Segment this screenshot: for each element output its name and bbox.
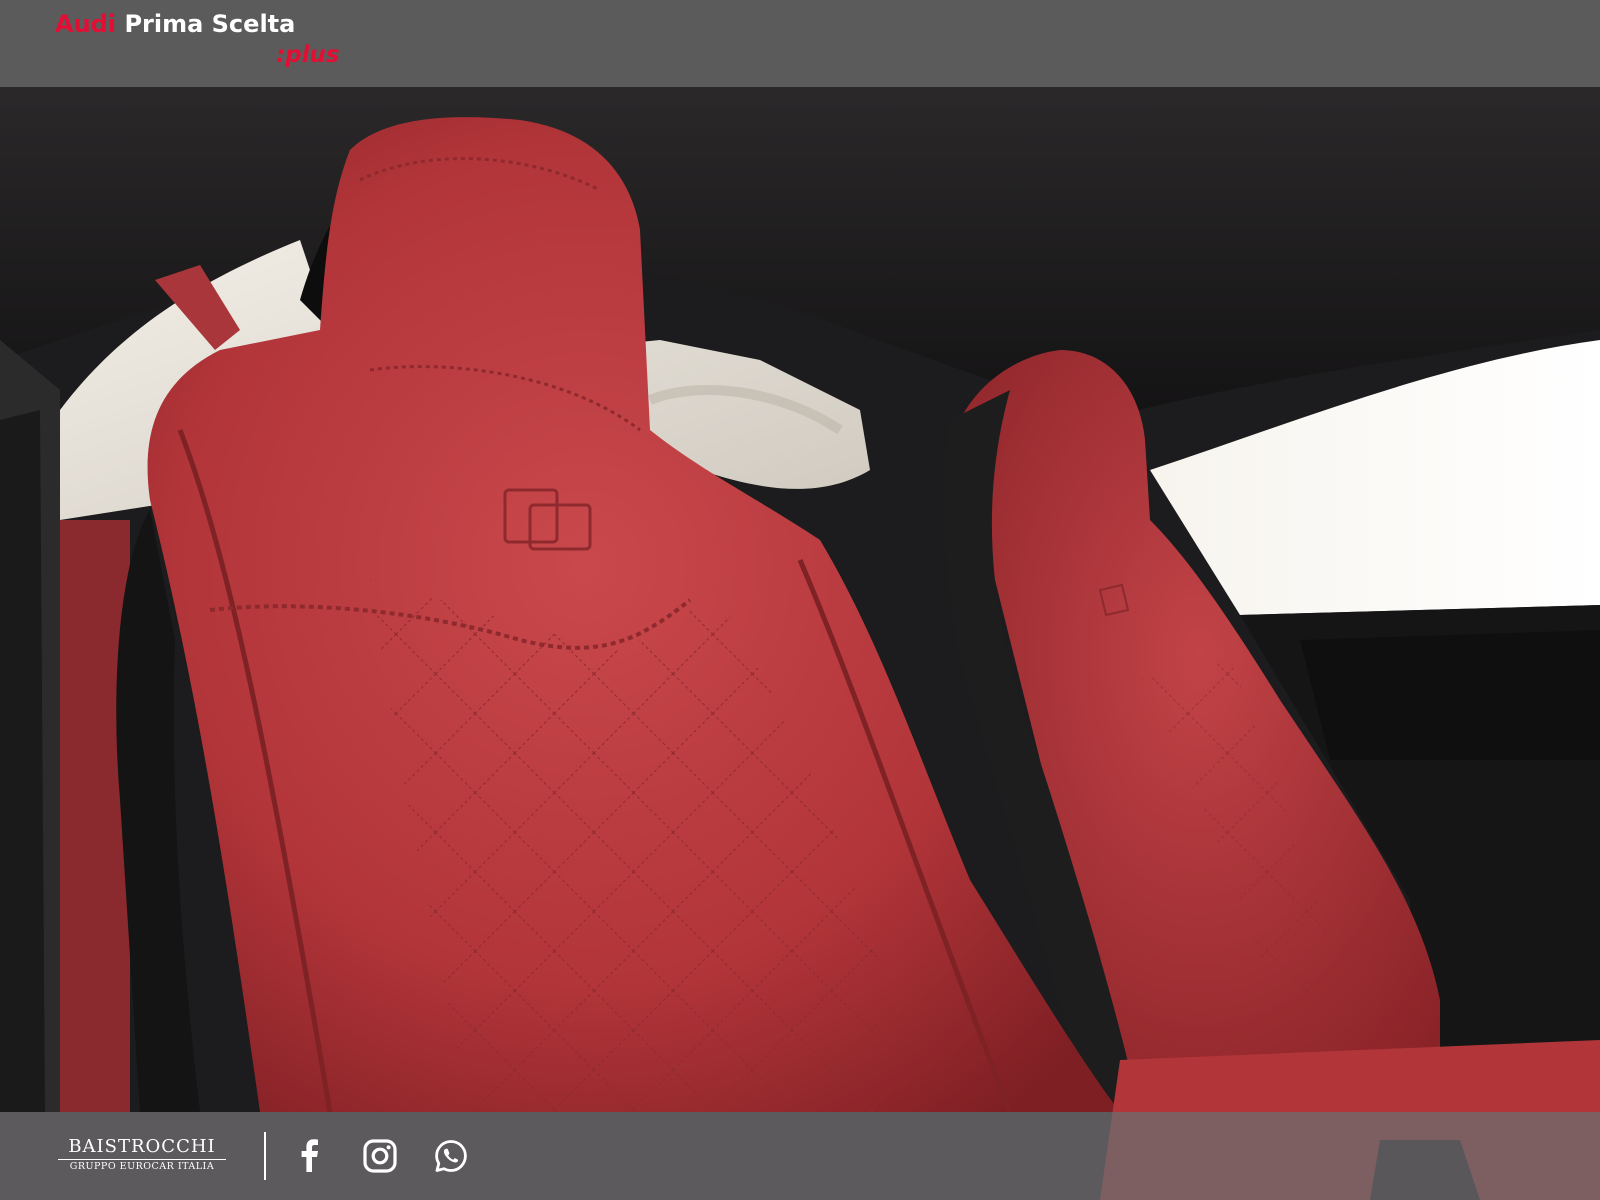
instagram-icon — [362, 1138, 398, 1174]
footer-divider — [264, 1132, 266, 1180]
dealer-tagline: GRUPPO EUROCAR ITALIA — [69, 1161, 215, 1172]
whatsapp-icon — [433, 1138, 469, 1174]
brand-prima-scelta-text: Prima Scelta — [124, 10, 296, 38]
header-bar: Audi Prima Scelta :plus — [0, 0, 1600, 87]
dealer-name: BAISTROCCHI — [68, 1136, 216, 1157]
facebook-link[interactable] — [292, 1138, 328, 1174]
brand-plus-text: :plus — [276, 42, 340, 68]
dealer-logo-rule — [58, 1159, 226, 1160]
facebook-icon — [292, 1138, 328, 1174]
instagram-link[interactable] — [362, 1138, 398, 1174]
brand-logo: Audi Prima Scelta — [55, 10, 295, 38]
footer-bar: BAISTROCCHI GRUPPO EUROCAR ITALIA — [0, 1112, 1600, 1200]
dealer-logo[interactable]: BAISTROCCHI GRUPPO EUROCAR ITALIA — [52, 1136, 232, 1172]
whatsapp-link[interactable] — [433, 1138, 469, 1174]
brand-audi-text: Audi — [55, 10, 117, 38]
car-interior-photo — [0, 0, 1600, 1200]
